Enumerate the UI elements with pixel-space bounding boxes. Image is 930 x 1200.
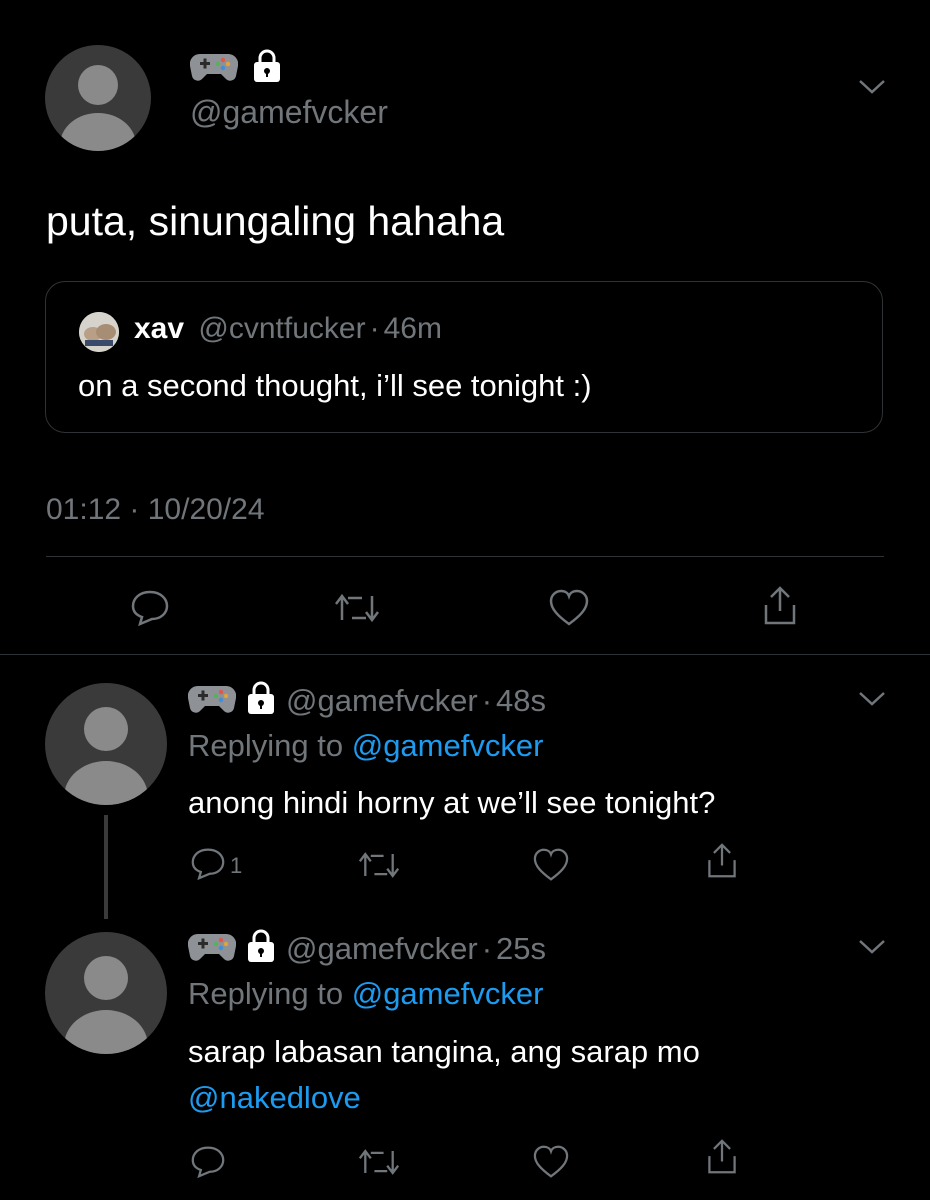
share-icon[interactable]: [704, 842, 740, 885]
gamepad-icon: [187, 680, 237, 721]
like-icon[interactable]: [532, 848, 570, 887]
reply-time: 25s: [496, 930, 547, 966]
replying-to-link[interactable]: @gamefvcker: [352, 976, 544, 1011]
mention-link[interactable]: @nakedlove: [188, 1080, 361, 1116]
lock-icon: [246, 928, 276, 969]
lock-icon: [252, 48, 282, 89]
retweet-icon[interactable]: [358, 850, 400, 885]
tweet-text: puta, sinungaling hahaha: [46, 198, 505, 244]
reply-sep: ·: [481, 930, 493, 966]
more-options-chevron-icon[interactable]: [858, 78, 886, 101]
quoted-time: 46m: [383, 312, 442, 345]
reply-text: sarap labasan tangina, ang sarap mo: [188, 1034, 700, 1069]
more-options-chevron-icon[interactable]: [858, 938, 886, 961]
like-icon[interactable]: [548, 589, 590, 632]
reply-icon[interactable]: [190, 846, 226, 880]
avatar[interactable]: [45, 683, 167, 805]
reply-time: 48s: [496, 682, 547, 718]
gamepad-icon: [189, 48, 239, 89]
quoted-handle: @cvntfucker: [198, 312, 366, 345]
replying-prefix: Replying to: [188, 976, 344, 1011]
thread-line: [104, 815, 108, 919]
retweet-icon[interactable]: [334, 592, 380, 629]
timestamp: 01:12 · 10/20/24: [46, 493, 265, 526]
avatar[interactable]: [45, 932, 167, 1054]
handle[interactable]: @gamefvcker: [190, 94, 388, 131]
more-options-chevron-icon[interactable]: [858, 690, 886, 713]
lock-icon: [246, 680, 276, 721]
reply-handle[interactable]: @gamefvcker: [286, 931, 478, 966]
reply-text: anong hindi horny at we’ll see tonight?: [188, 785, 716, 820]
divider: [0, 654, 930, 655]
reply-icon[interactable]: [130, 588, 170, 631]
replying-prefix: Replying to: [188, 728, 344, 763]
share-icon[interactable]: [704, 1138, 740, 1181]
quoted-avatar: [79, 312, 119, 352]
gamepad-icon: [187, 928, 237, 969]
reply-icon[interactable]: [190, 1144, 226, 1183]
share-icon[interactable]: [760, 585, 800, 632]
quoted-sep: ·: [369, 312, 380, 345]
replying-to: Replying to @gamefvcker: [188, 728, 543, 764]
quoted-text: on a second thought, i’ll see tonight :): [78, 368, 592, 403]
like-icon[interactable]: [532, 1145, 570, 1184]
quoted-tweet[interactable]: xav @cvntfucker · 46m on a second thought,…: [45, 281, 883, 433]
reply-count: 1: [230, 853, 243, 878]
divider: [46, 556, 884, 557]
retweet-icon[interactable]: [358, 1147, 400, 1182]
reply-handle[interactable]: @gamefvcker: [286, 683, 478, 718]
avatar[interactable]: [45, 45, 151, 151]
reply-icon-button[interactable]: 1: [190, 846, 242, 880]
replying-to-link[interactable]: @gamefvcker: [352, 728, 544, 763]
quoted-name: xav: [134, 312, 185, 345]
replying-to: Replying to @gamefvcker: [188, 976, 543, 1012]
reply-sep: ·: [481, 682, 493, 718]
display-name: [189, 48, 282, 89]
